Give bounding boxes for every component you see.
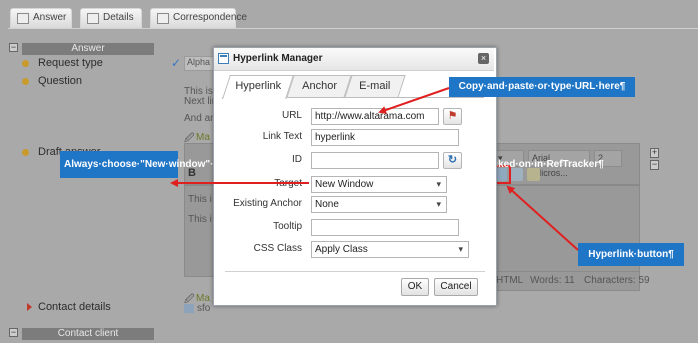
callout-arrows — [170, 87, 579, 251]
hyperlink-button-arrow — [506, 185, 579, 251]
tab-hyperlink-label: Hyperlink — [235, 80, 282, 92]
tab-hyperlink[interactable]: Hyperlink — [222, 75, 294, 99]
url-arrow — [378, 87, 450, 114]
